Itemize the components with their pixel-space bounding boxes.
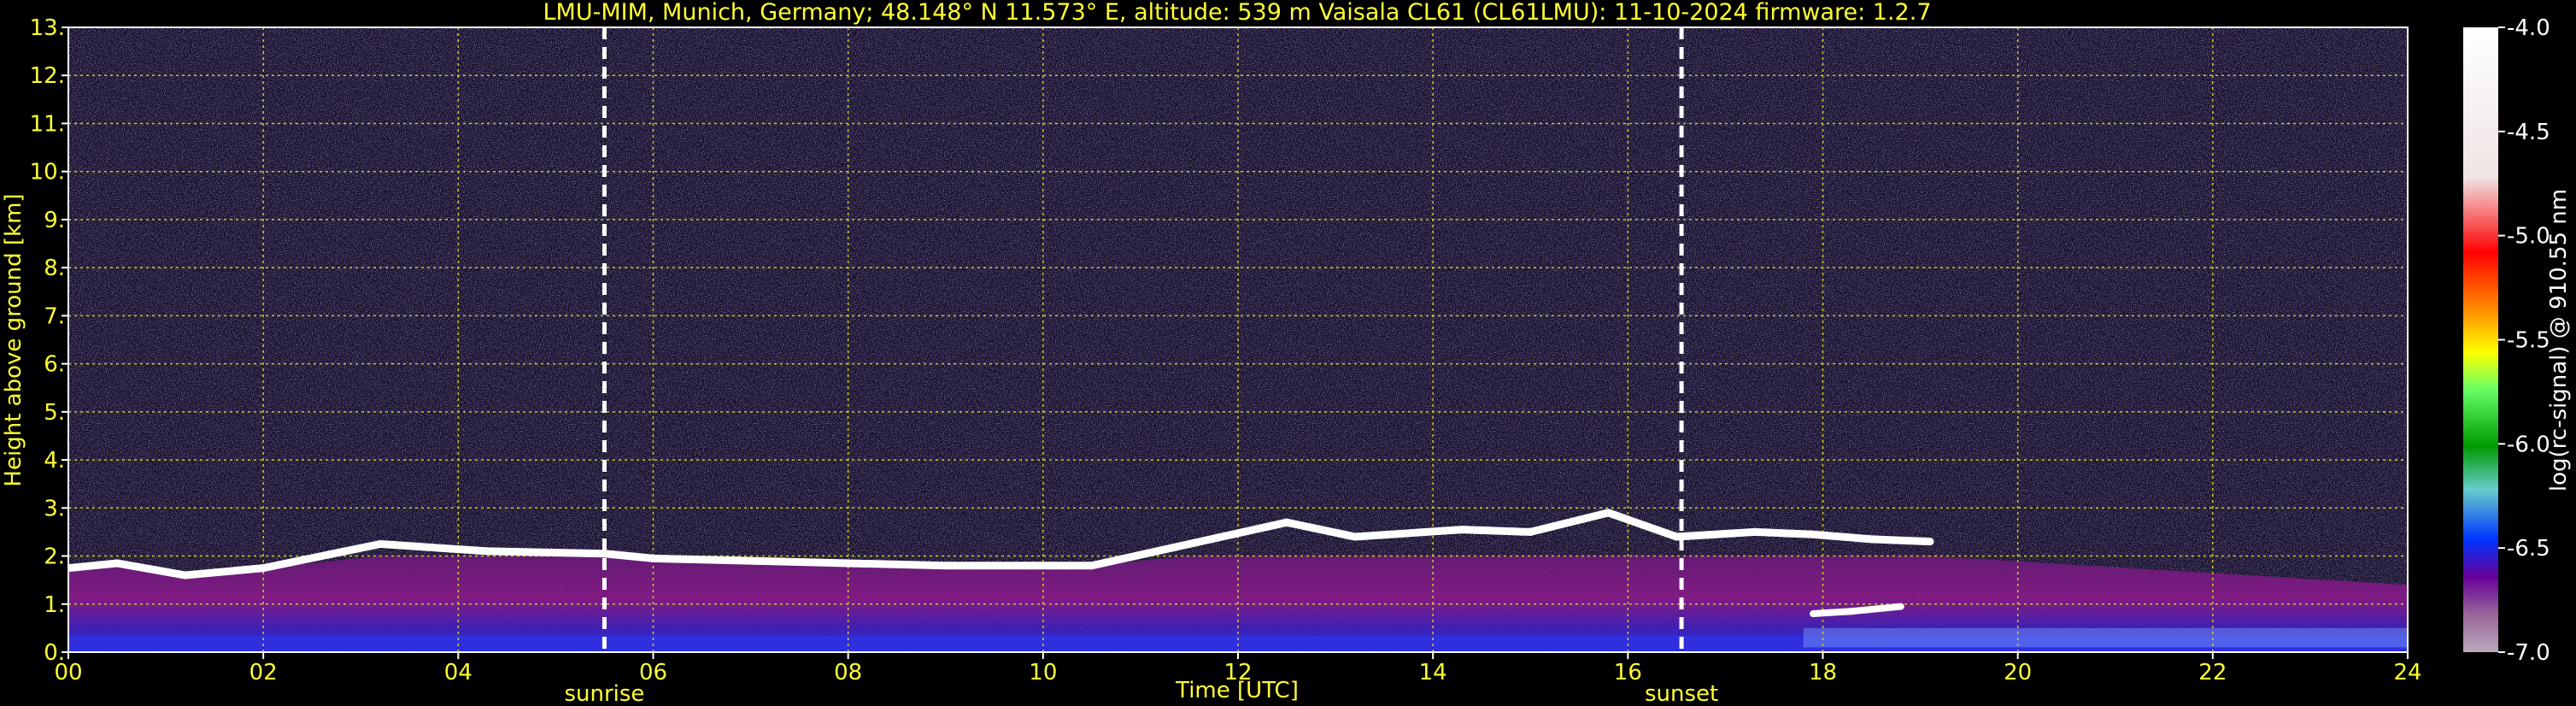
y-tick-label: 11. xyxy=(30,111,65,137)
cloud-segment xyxy=(844,559,950,570)
ceilometer-chart: 00 02 04 06 08 10 12 14 16 18 20 22 240.1.2.3.4.5.6.… xyxy=(1,0,2572,706)
x-tick-label: 16 xyxy=(1614,660,1642,685)
y-axis-label: Height above ground [km] xyxy=(1,193,26,486)
colorbar-tick-label: -4.5 xyxy=(2507,120,2550,145)
cloud-segment xyxy=(1809,530,1876,544)
colorbar xyxy=(2463,27,2498,652)
y-tick-label: 2. xyxy=(44,544,65,570)
y-tick-label: 0. xyxy=(44,640,65,666)
x-tick-label: 18 xyxy=(1809,660,1837,685)
colorbar-tick-label: -5.0 xyxy=(2507,224,2550,250)
colorbar-tick-label: -6.5 xyxy=(2507,536,2550,562)
colorbar-tick-label: -5.5 xyxy=(2507,328,2550,354)
low-cloud-segment xyxy=(1848,603,1904,615)
y-tick-label: 1. xyxy=(44,592,65,618)
x-tick-label: 04 xyxy=(444,660,472,685)
colorbar-tick-label: -6.0 xyxy=(2507,432,2550,457)
cloud-segment xyxy=(1868,535,1934,546)
x-tick-label: 22 xyxy=(2198,660,2227,685)
cloud-segment xyxy=(1751,527,1817,538)
y-tick-label: 13. xyxy=(30,15,65,41)
sunset-label: sunset xyxy=(1645,681,1718,706)
y-tick-label: 10. xyxy=(30,160,65,185)
cloud-segment xyxy=(747,556,853,568)
colorbar-tick-label: -7.0 xyxy=(2507,640,2550,666)
x-tick-label: 14 xyxy=(1419,660,1447,685)
cloud-segment xyxy=(68,559,121,573)
y-tick-label: 12. xyxy=(30,63,65,89)
y-tick-label: 3. xyxy=(44,496,65,521)
colorbar-tick-label: -4.0 xyxy=(2507,15,2550,41)
x-tick-label: 20 xyxy=(2004,660,2032,685)
cloud-segment xyxy=(1458,526,1534,536)
y-tick-label: 7. xyxy=(44,303,65,329)
cloud-segment xyxy=(600,550,657,562)
x-tick-label: 08 xyxy=(834,660,862,685)
y-tick-label: 9. xyxy=(44,208,65,233)
x-tick-label: 02 xyxy=(249,660,278,685)
y-tick-label: 4. xyxy=(44,448,65,474)
y-tick-label: 5. xyxy=(44,400,65,426)
sunrise-label: sunrise xyxy=(564,681,644,706)
x-axis-label: Time [UTC] xyxy=(1175,678,1299,703)
y-tick-label: 8. xyxy=(44,256,65,281)
cloud-segment xyxy=(649,554,755,565)
cloud-segment xyxy=(1672,527,1759,541)
colorbar-label: log(rc-signal) @ 910.55 nm xyxy=(2546,189,2572,491)
evening-aerosol-layer xyxy=(1803,627,2408,648)
y-tick-label: 6. xyxy=(44,352,65,378)
low-cloud-segment xyxy=(1810,608,1856,618)
cloud-segment xyxy=(484,547,608,558)
chart-title: LMU-MIM, Munich, Germany; 48.148° N 11.5… xyxy=(543,0,1931,26)
x-tick-label: 10 xyxy=(1029,660,1057,685)
x-tick-label: 24 xyxy=(2393,660,2421,685)
